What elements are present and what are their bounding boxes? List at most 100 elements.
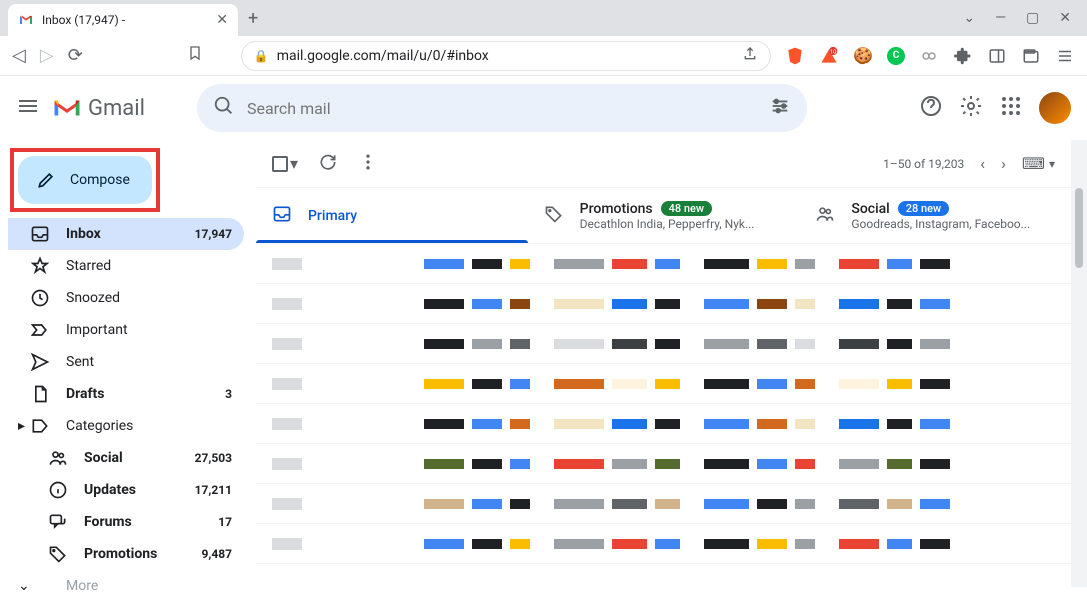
- share-icon[interactable]: [742, 46, 758, 66]
- mail-row[interactable]: [256, 444, 1071, 484]
- redacted-text: [612, 339, 647, 349]
- bookmark-icon[interactable]: [187, 45, 203, 66]
- redacted-text: [472, 459, 502, 469]
- extension-c-icon[interactable]: C: [887, 47, 905, 65]
- compose-button[interactable]: Compose: [18, 156, 152, 204]
- new-badge: 28 new: [898, 201, 949, 216]
- chevron-down-icon: ⌄: [18, 578, 30, 594]
- browser-menu-icon[interactable]: [1055, 46, 1075, 66]
- redacted-text: [887, 339, 912, 349]
- redacted-text: [510, 459, 530, 469]
- mail-row[interactable]: [256, 524, 1071, 564]
- browser-toolbar: ◁ ▷ ⟳ 🔒 mail.google.com/mail/u/0/#inbox …: [0, 36, 1087, 76]
- tab-social[interactable]: Social28 newGoodreads, Instagram, Facebo…: [799, 188, 1071, 243]
- page-range: 1–50 of 19,203: [883, 157, 964, 171]
- redacted-text: [839, 379, 879, 389]
- redacted-text: [510, 379, 530, 389]
- redacted-text: [612, 539, 647, 549]
- sidebar-item-snoozed[interactable]: Snoozed: [8, 282, 244, 314]
- mail-row[interactable]: [256, 244, 1071, 284]
- sidebar-item-drafts[interactable]: Drafts3: [8, 378, 244, 410]
- mail-row[interactable]: [256, 324, 1071, 364]
- redacted-text: [655, 299, 680, 309]
- settings-icon[interactable]: [959, 94, 983, 122]
- redacted-text: [554, 499, 604, 509]
- account-avatar[interactable]: [1039, 92, 1071, 124]
- redacted-text: [704, 259, 749, 269]
- nav-count: 17: [218, 515, 232, 529]
- prev-page-button[interactable]: ‹: [980, 154, 985, 173]
- sidebar-item-sent[interactable]: Sent: [8, 346, 244, 378]
- scroll-thumb[interactable]: [1075, 188, 1083, 268]
- reload-button[interactable]: ⟳: [68, 45, 83, 66]
- support-icon[interactable]: [919, 94, 943, 122]
- send-icon: [30, 352, 50, 372]
- redacted-text: [757, 539, 787, 549]
- redacted-text: [704, 419, 749, 429]
- close-window-icon[interactable]: ✕: [1059, 10, 1071, 26]
- nav-label: Important: [66, 322, 128, 338]
- search-options-icon[interactable]: [769, 95, 791, 121]
- redacted-text: [510, 339, 530, 349]
- search-icon: [213, 95, 235, 121]
- sidebar-item-inbox[interactable]: Inbox17,947: [8, 218, 244, 250]
- sidebar-item-starred[interactable]: Starred: [8, 250, 244, 282]
- nav-label: Drafts: [66, 386, 104, 402]
- mail-row[interactable]: [256, 484, 1071, 524]
- input-tools-button[interactable]: ⌨ ▾: [1022, 154, 1055, 173]
- redacted-text: [704, 379, 749, 389]
- nav-label: Social: [84, 450, 123, 466]
- brave-icon[interactable]: [785, 46, 805, 66]
- sidebar-item-updates[interactable]: Updates17,211: [8, 474, 244, 506]
- back-button[interactable]: ◁: [12, 45, 26, 66]
- redacted-text: [757, 379, 787, 389]
- sidebar-item-categories[interactable]: ▸Categories: [8, 410, 244, 442]
- tab-promotions[interactable]: Promotions48 newDecathlon India, Pepperf…: [528, 188, 800, 243]
- pencil-icon: [36, 170, 56, 190]
- redacted-sender: [272, 498, 302, 510]
- next-page-button[interactable]: ›: [1001, 154, 1006, 173]
- extensions-icon[interactable]: [953, 46, 973, 66]
- browser-tab[interactable]: Inbox (17,947) - ✕: [8, 4, 238, 36]
- redacted-text: [612, 379, 647, 389]
- apps-icon[interactable]: [999, 94, 1023, 122]
- more-actions-button[interactable]: [358, 152, 378, 176]
- mail-row[interactable]: [256, 404, 1071, 444]
- gmail-favicon: [18, 12, 34, 28]
- minimize-icon[interactable]: —: [995, 10, 1006, 26]
- sidepanel-icon[interactable]: [987, 46, 1007, 66]
- new-tab-button[interactable]: +: [248, 8, 258, 29]
- brave-shield-icon[interactable]: 10: [819, 46, 839, 66]
- address-bar[interactable]: 🔒 mail.google.com/mail/u/0/#inbox: [241, 41, 771, 71]
- nav-label: Forums: [84, 514, 132, 530]
- link-icon[interactable]: [919, 46, 939, 66]
- chevron-down-icon[interactable]: ⌄: [963, 10, 975, 26]
- gmail-logo[interactable]: Gmail: [52, 96, 145, 121]
- cookie-icon[interactable]: 🍪: [853, 46, 873, 66]
- nav-label: Categories: [66, 418, 133, 434]
- search-input[interactable]: [247, 99, 757, 118]
- sidebar-item-important[interactable]: Important: [8, 314, 244, 346]
- tab-close-icon[interactable]: ✕: [216, 12, 228, 28]
- mail-list: [256, 244, 1071, 564]
- sidebar-item-social[interactable]: Social27,503: [8, 442, 244, 474]
- sidebar-item-forums[interactable]: Forums 17: [8, 506, 244, 538]
- main-menu-icon[interactable]: [16, 94, 40, 122]
- mail-row[interactable]: [256, 364, 1071, 404]
- select-all-checkbox[interactable]: ▾: [272, 154, 298, 173]
- sidebar-item-more[interactable]: ⌄ More: [8, 570, 244, 602]
- lock-icon: 🔒: [254, 49, 269, 63]
- scrollbar[interactable]: [1071, 140, 1087, 587]
- redacted-text: [795, 339, 815, 349]
- tab-primary[interactable]: Primary: [256, 188, 528, 243]
- sidebar-item-promotions[interactable]: Promotions9,487: [8, 538, 244, 570]
- mail-row[interactable]: [256, 284, 1071, 324]
- redacted-text: [757, 419, 787, 429]
- chevron-down-icon: ▾: [290, 154, 298, 173]
- refresh-button[interactable]: [318, 152, 338, 176]
- wallet-icon[interactable]: [1021, 46, 1041, 66]
- forward-button[interactable]: ▷: [40, 45, 54, 66]
- maximize-icon[interactable]: ▢: [1026, 10, 1039, 26]
- search-box[interactable]: [197, 84, 807, 132]
- redacted-text: [612, 259, 647, 269]
